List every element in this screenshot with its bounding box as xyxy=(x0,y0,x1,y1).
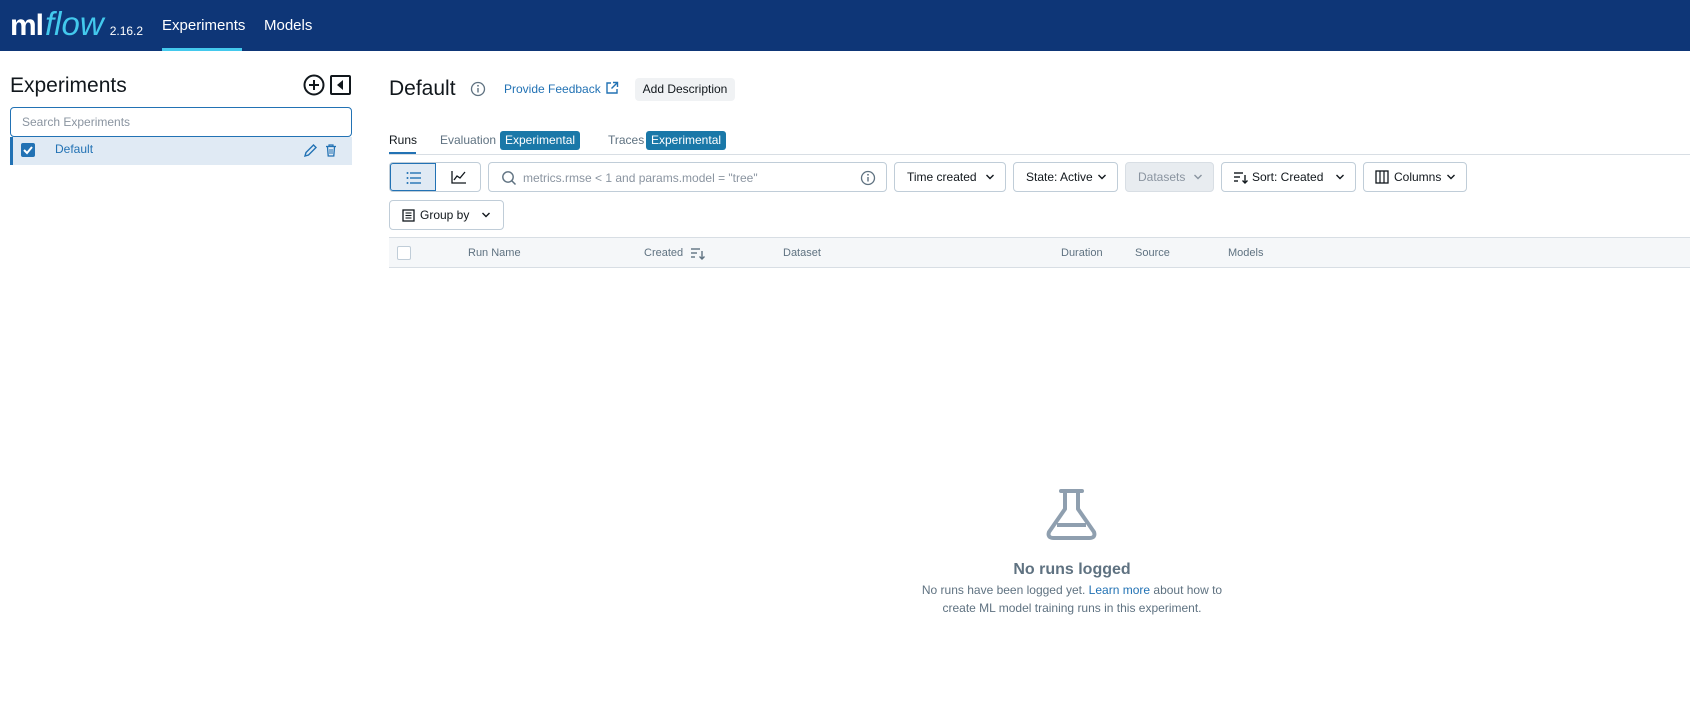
time-created-label: Time created xyxy=(907,170,977,184)
nav-tab-models[interactable]: Models xyxy=(264,0,312,51)
external-link-button[interactable] xyxy=(605,81,619,95)
chevron-down-icon xyxy=(1447,174,1455,180)
line-chart-icon xyxy=(451,171,466,184)
experiment-info-button[interactable] xyxy=(470,81,486,97)
runs-table-header: Run Name Created Dataset Duration Source… xyxy=(389,237,1690,268)
tab-traces[interactable]: Traces xyxy=(608,133,644,147)
tab-evaluation[interactable]: Evaluation xyxy=(440,133,496,147)
experiment-title: Default xyxy=(389,77,456,100)
filter-placeholder: metrics.rmse < 1 and params.model = "tre… xyxy=(523,171,758,185)
empty-state-text: No runs have been logged yet. xyxy=(921,583,1086,597)
group-icon xyxy=(402,209,415,222)
experiment-list-item-default[interactable]: Default xyxy=(10,137,352,165)
logo-ml-text: ml xyxy=(10,9,44,42)
column-header-source[interactable]: Source xyxy=(1135,247,1170,259)
delete-experiment-button[interactable] xyxy=(324,143,338,158)
search-icon xyxy=(502,171,517,186)
time-created-dropdown[interactable]: Time created xyxy=(894,162,1006,192)
select-all-checkbox[interactable] xyxy=(397,246,411,260)
nav-tab-experiments[interactable]: Experiments xyxy=(162,0,245,51)
chart-view-button[interactable] xyxy=(436,163,481,191)
search-experiments-input[interactable]: Search Experiments xyxy=(10,107,352,137)
state-label: State: Active xyxy=(1026,170,1093,184)
datasets-label: Datasets xyxy=(1138,170,1186,184)
logo-flow-text: flow xyxy=(45,5,104,42)
provide-feedback-link[interactable]: Provide Feedback xyxy=(504,82,601,96)
add-description-button[interactable]: Add Description xyxy=(635,78,735,101)
chevron-down-icon xyxy=(986,174,994,180)
column-header-dataset[interactable]: Dataset xyxy=(783,247,821,259)
check-icon xyxy=(23,146,33,155)
sort-icon xyxy=(1234,172,1248,184)
empty-state-title: No runs logged xyxy=(1013,561,1131,578)
group-by-label: Group by xyxy=(420,208,470,222)
column-header-models[interactable]: Models xyxy=(1228,247,1263,259)
view-mode-toggle xyxy=(389,162,481,192)
chevron-down-icon xyxy=(1098,174,1106,180)
beaker-icon xyxy=(1044,487,1099,542)
empty-state-description: No runs have been logged yet. Learn more… xyxy=(822,583,1322,597)
tabs-divider xyxy=(389,154,1690,155)
experiment-checkbox[interactable] xyxy=(21,143,35,157)
tab-runs[interactable]: Runs xyxy=(389,133,417,147)
experimental-badge: Experimental xyxy=(646,131,727,150)
column-header-duration[interactable]: Duration xyxy=(1061,247,1103,259)
info-icon xyxy=(470,81,486,97)
trash-icon xyxy=(326,144,336,157)
table-view-button[interactable] xyxy=(390,163,436,191)
group-by-dropdown[interactable]: Group by xyxy=(389,200,504,230)
datasets-dropdown[interactable]: Datasets xyxy=(1125,162,1214,192)
experimental-badge: Experimental xyxy=(500,131,581,150)
sort-descending-icon[interactable] xyxy=(690,247,705,260)
add-experiment-button[interactable] xyxy=(303,74,325,96)
pencil-icon xyxy=(303,144,317,158)
sort-dropdown[interactable]: Sort: Created xyxy=(1221,162,1356,192)
learn-more-link[interactable]: Learn more xyxy=(1089,583,1150,597)
run-filter-input[interactable]: metrics.rmse < 1 and params.model = "tre… xyxy=(488,162,887,192)
column-header-created[interactable]: Created xyxy=(644,247,683,259)
chevron-down-icon xyxy=(482,212,490,218)
columns-dropdown[interactable]: Columns xyxy=(1363,162,1467,192)
edit-experiment-button[interactable] xyxy=(303,143,318,158)
list-icon xyxy=(406,172,421,184)
sort-label: Sort: Created xyxy=(1252,170,1324,184)
chevron-down-icon xyxy=(1336,174,1344,180)
version-label: 2.16.2 xyxy=(109,24,144,38)
collapse-left-icon xyxy=(330,75,351,95)
info-icon[interactable] xyxy=(860,170,876,186)
empty-state-text: about how to xyxy=(1153,583,1223,597)
external-link-icon xyxy=(606,81,619,94)
state-dropdown[interactable]: State: Active xyxy=(1013,162,1118,192)
mlflow-logo[interactable]: ml flow 2.16.2 xyxy=(10,4,143,44)
columns-label: Columns xyxy=(1394,170,1442,184)
column-header-run-name[interactable]: Run Name xyxy=(468,247,521,259)
experiment-name: Default xyxy=(55,142,94,156)
empty-state-description-line2: create ML model training runs in this ex… xyxy=(942,601,1202,615)
sidebar-title: Experiments xyxy=(10,74,127,97)
chevron-down-icon xyxy=(1194,174,1202,180)
top-navigation-bar: ml flow 2.16.2 Experiments Models xyxy=(0,0,1690,51)
plus-circle-icon xyxy=(303,74,325,96)
collapse-sidebar-button[interactable] xyxy=(330,75,351,95)
columns-icon xyxy=(1375,170,1389,184)
